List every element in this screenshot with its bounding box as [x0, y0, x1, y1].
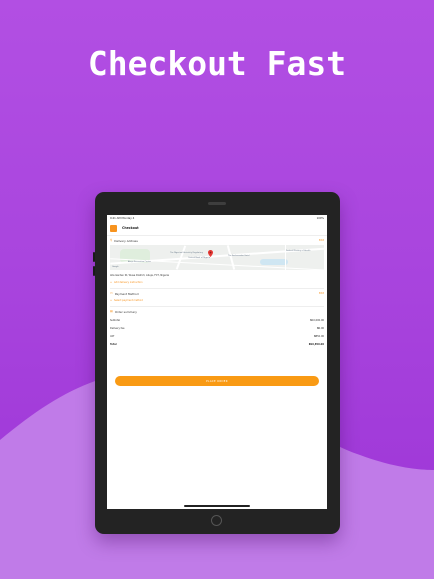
summary-section: ▤ Order summary Subtotal ₦10,000.00 Deli…	[110, 307, 324, 348]
edit-delivery-button[interactable]: Edit	[319, 239, 324, 242]
delivery-address: Alla Garden St, Wuse District, Abuja, FC…	[110, 274, 169, 277]
summary-total-row: Total ₦10,850.00	[110, 342, 324, 346]
delivery-label: Delivery Address	[114, 238, 138, 243]
tablet-frame: 9:41 AM Monday 4 100% Checkout ⚲ Deliver…	[93, 192, 340, 534]
payment-label: Payment Method	[114, 291, 139, 296]
plus-icon: +	[110, 299, 113, 302]
edit-payment-button[interactable]: Edit	[319, 292, 324, 295]
map-water	[260, 259, 288, 265]
receipt-icon: ▤	[110, 309, 113, 313]
status-battery: 100%	[316, 216, 324, 220]
location-pin-icon: ⚲	[110, 238, 113, 242]
map-road	[285, 245, 286, 270]
plus-icon: +	[110, 281, 113, 284]
map-label: Google	[112, 266, 119, 268]
summary-row: Delivery fee ₦0.00	[110, 326, 324, 330]
home-indicator	[184, 505, 250, 507]
page-title: Checkout	[122, 226, 139, 230]
map-pin-icon	[208, 250, 213, 257]
payment-section: ▭ Payment Method Edit + Select payment m…	[110, 289, 324, 307]
home-button[interactable]	[211, 515, 222, 526]
map-road	[110, 258, 324, 270]
map-label: The Ambassador Hotel	[228, 255, 250, 257]
map-road	[226, 245, 235, 270]
app-header: Checkout	[107, 221, 327, 236]
summary-row: Subtotal ₦10,000.00	[110, 318, 324, 322]
delivery-instruction-link[interactable]: + Add delivery instruction	[110, 280, 324, 288]
select-payment-link[interactable]: + Select payment method	[110, 298, 324, 306]
status-time: 9:41 AM Monday 4	[110, 216, 135, 220]
delivery-map[interactable]: Abuja Recreation Center The Nigerian Ele…	[110, 245, 324, 270]
volume-button	[93, 252, 95, 262]
map-label: The Nigerian Electricity Regulatory	[170, 252, 203, 254]
map-label: Abuja Recreation Center	[128, 261, 152, 263]
map-label: Federal Ministry of Health	[286, 250, 311, 252]
map-label: Central Bank of Nigeria	[188, 257, 211, 259]
card-icon: ▭	[110, 291, 113, 295]
volume-button	[93, 266, 95, 276]
front-camera	[208, 202, 226, 205]
delivery-section: ⚲ Delivery Address Edit Abuja Recreation…	[110, 236, 324, 289]
place-order-button[interactable]: PLACE ORDER	[115, 376, 319, 386]
back-button[interactable]	[110, 224, 117, 232]
summary-row: VAT ₦850.00	[110, 334, 324, 338]
headline: Checkout Fast	[87, 44, 347, 83]
app-screen: 9:41 AM Monday 4 100% Checkout ⚲ Deliver…	[107, 215, 327, 509]
summary-label: Order summary	[114, 309, 137, 314]
